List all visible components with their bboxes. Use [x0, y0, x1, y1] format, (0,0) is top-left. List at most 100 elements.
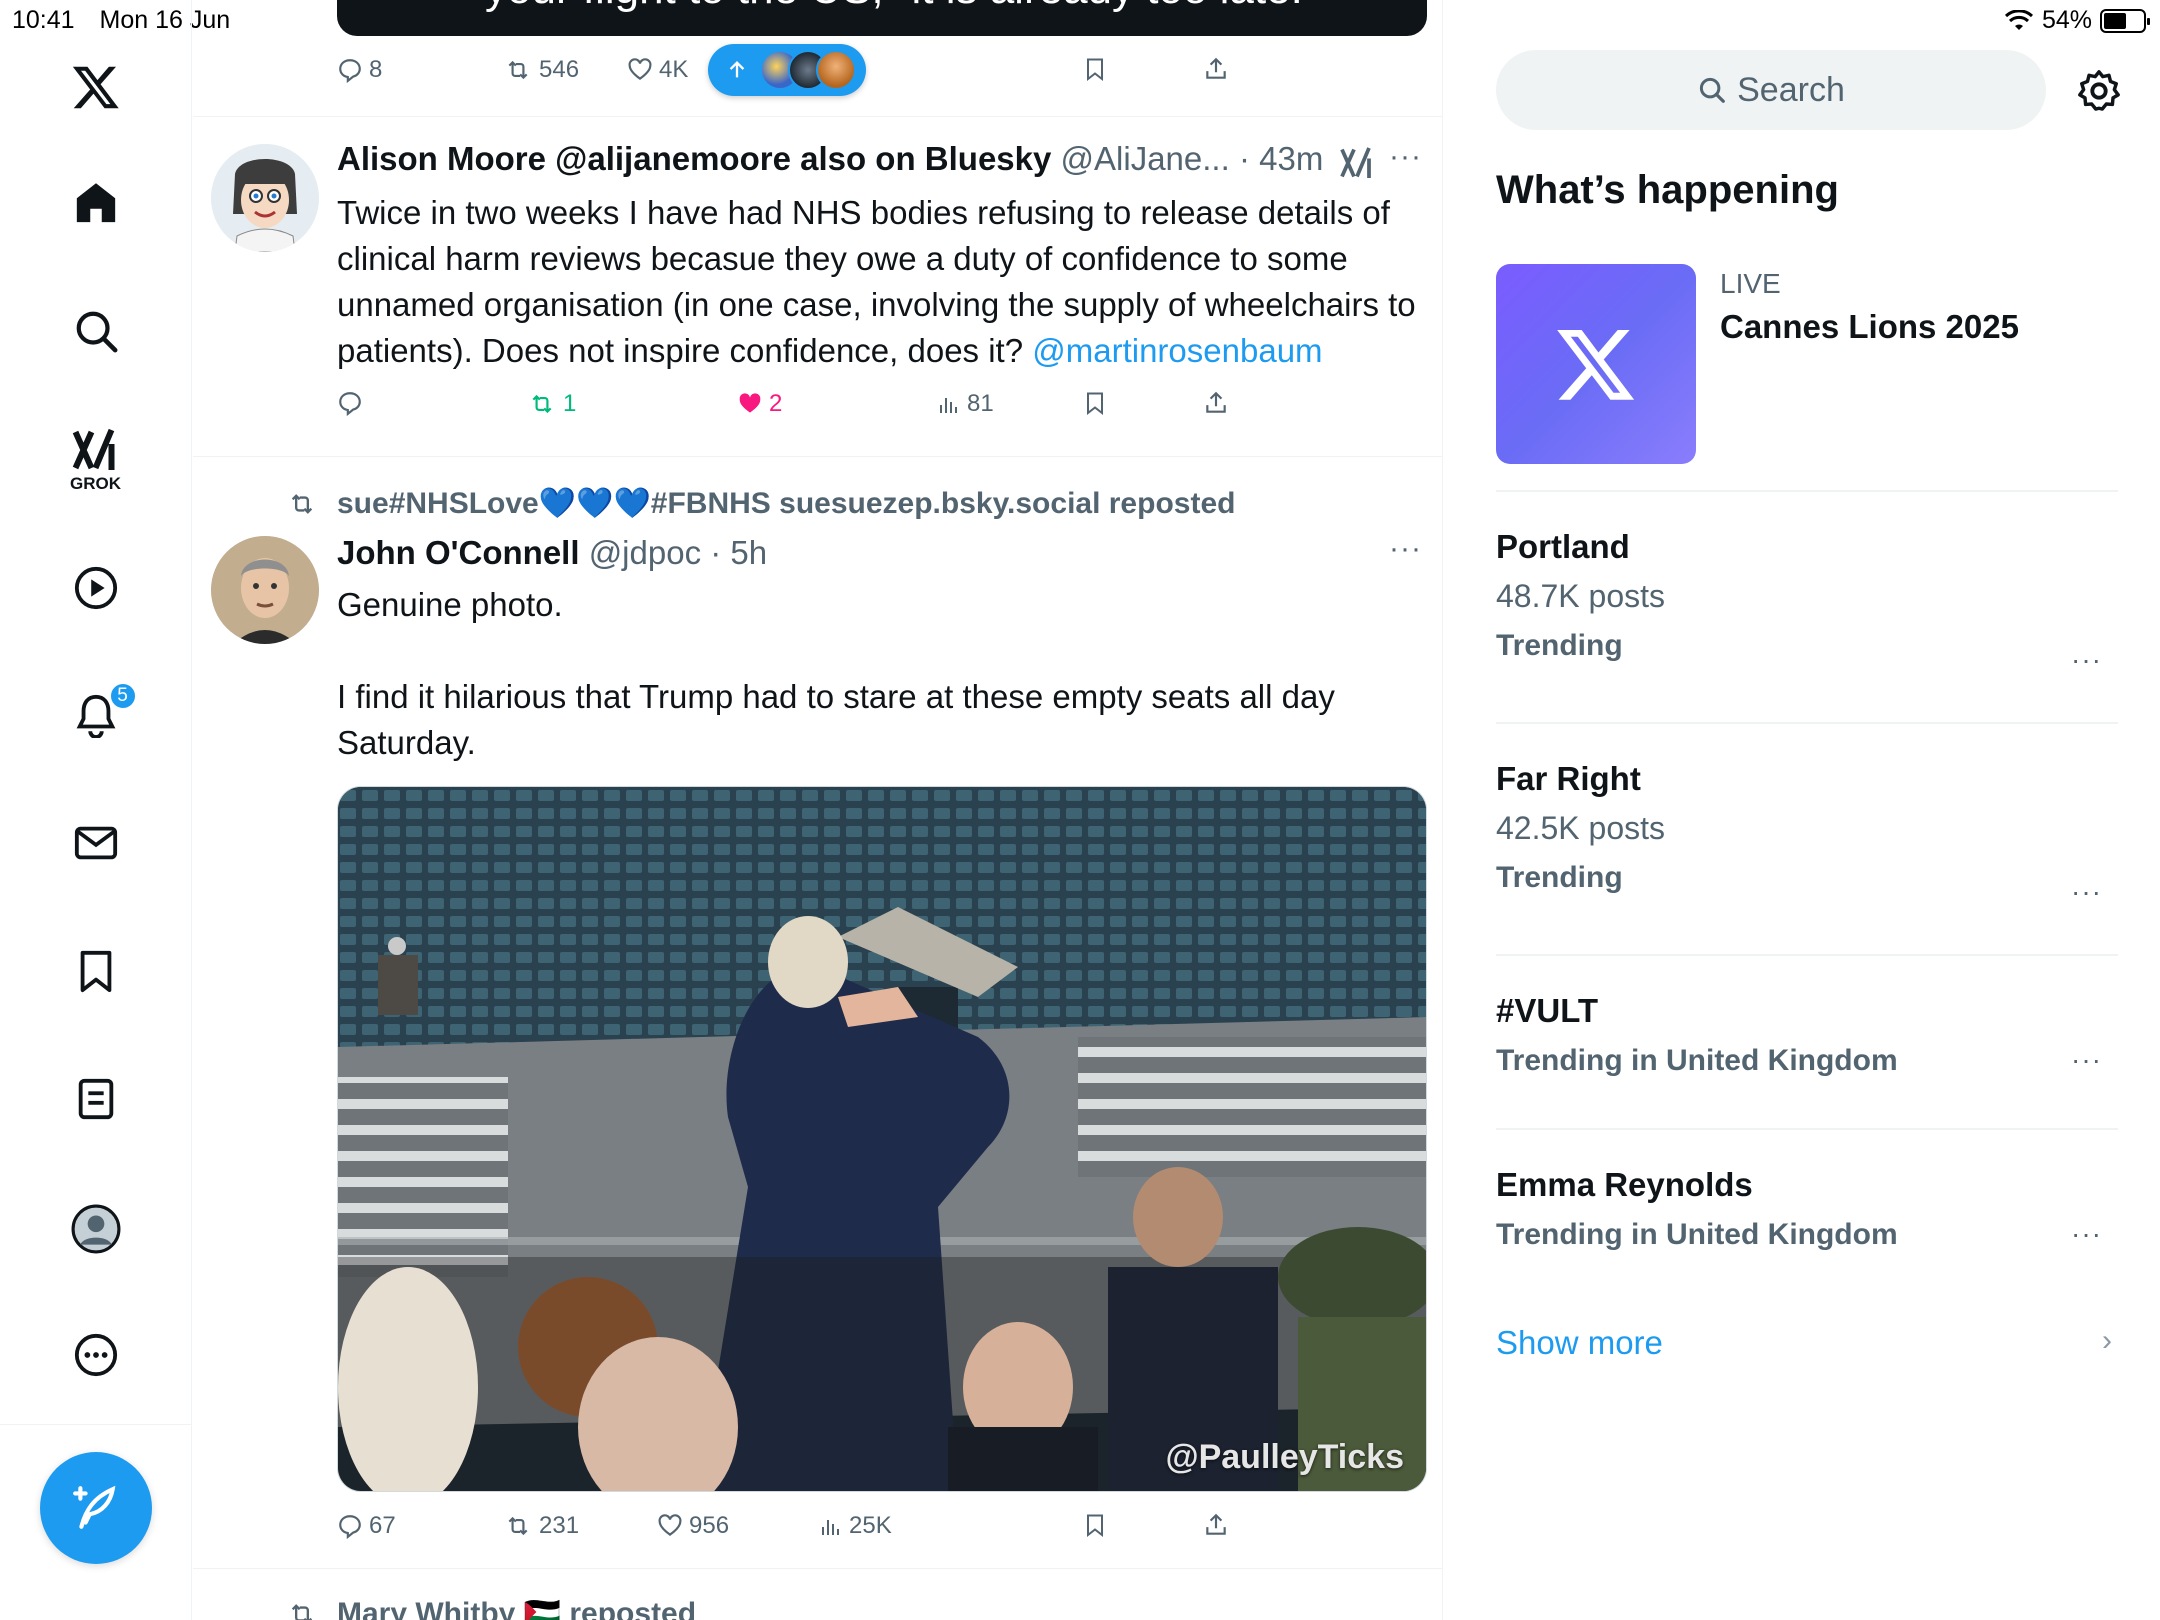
dot-separator: ·: [710, 534, 722, 571]
new-posts-pill[interactable]: [708, 44, 866, 96]
repost-button[interactable]: 546: [503, 56, 579, 84]
trend-context: Trending: [1496, 861, 1623, 894]
bookmark-icon: [1087, 58, 1103, 82]
trend-more-icon[interactable]: ···: [2071, 1044, 2102, 1076]
reply-button[interactable]: 67: [337, 1512, 396, 1540]
tweet-actions: 1 2 81: [337, 390, 1237, 430]
lists-icon[interactable]: [73, 1076, 119, 1122]
mention-link[interactable]: @martinrosenbaum: [1032, 332, 1322, 369]
like-button[interactable]: 956: [657, 1512, 729, 1540]
tweet-time[interactable]: 43m: [1259, 140, 1323, 177]
trend-more-icon[interactable]: ···: [2071, 1218, 2102, 1250]
like-count: 956: [689, 1512, 730, 1539]
gear-icon: [2078, 70, 2120, 111]
trend-divider: [1496, 1128, 2118, 1130]
share-button[interactable]: [1203, 390, 1229, 416]
trend-context: Trending in United Kingdom: [1496, 1044, 1898, 1077]
author-name[interactable]: John O'Connell: [337, 534, 580, 571]
search-placeholder: Search: [1737, 70, 1845, 109]
chevron-right-icon: ›: [2102, 1324, 2112, 1357]
show-more-label: Show more: [1496, 1324, 1663, 1361]
whats-happening-title: What’s happening: [1496, 168, 1839, 212]
grok-icon[interactable]: GROK: [70, 428, 121, 494]
compose-feather-icon: [73, 1485, 116, 1529]
author-handle[interactable]: @AliJane...: [1061, 140, 1230, 177]
share-button[interactable]: [1203, 1512, 1229, 1538]
profile-avatar[interactable]: [71, 1204, 121, 1254]
author-name[interactable]: Alison Moore @alijanemoore also on Blues…: [337, 140, 1051, 177]
trend-more-icon[interactable]: ···: [2071, 876, 2102, 908]
search-icon: [1700, 77, 1725, 103]
tweet-photo[interactable]: @PaulleyTicks: [337, 786, 1427, 1492]
photo-watermark: @PaulleyTicks: [1165, 1438, 1404, 1476]
search-icon[interactable]: [73, 308, 119, 354]
reply-icon: [339, 59, 361, 83]
trend-item[interactable]: #VULT Trending in United Kingdom ···: [1496, 992, 2118, 1078]
views-button[interactable]: 81: [937, 390, 994, 418]
heart-icon: [628, 58, 652, 80]
right-sidebar: Search What’s happening LIVE Cannes Lion…: [1444, 0, 2160, 1620]
more-options-icon[interactable]: ···: [1389, 140, 1422, 174]
bookmarks-icon[interactable]: [73, 948, 119, 994]
search-input[interactable]: Search: [1496, 50, 2046, 130]
author-handle[interactable]: @jdpoc: [589, 534, 701, 571]
repost-count: 1: [563, 390, 577, 417]
share-icon: [1206, 391, 1226, 413]
trend-item[interactable]: Portland 48.7K posts Trending ···: [1496, 528, 2118, 675]
home-icon[interactable]: [73, 180, 119, 226]
more-icon[interactable]: [73, 1332, 119, 1378]
like-button[interactable]: 2: [737, 390, 782, 418]
trend-item[interactable]: Far Right 42.5K posts Trending ···: [1496, 760, 2118, 907]
trend-name: Portland: [1496, 528, 1630, 565]
reposted-icon: [291, 494, 313, 514]
tweet-text-line: I find it hilarious that Trump had to st…: [337, 678, 1335, 761]
tweet-divider: [193, 1568, 1442, 1569]
views-count: 81: [967, 390, 994, 417]
settings-button[interactable]: [2076, 68, 2122, 119]
reply-button[interactable]: 8: [337, 56, 382, 84]
previous-tweet-media[interactable]: your flight to the US, "it is already to…: [337, 0, 1427, 36]
x-logo[interactable]: [70, 62, 122, 112]
trend-name: Emma Reynolds: [1496, 1166, 1753, 1203]
trend-divider: [1496, 490, 2118, 492]
messages-icon[interactable]: [73, 820, 119, 866]
grok-label: GROK: [70, 474, 121, 493]
like-button[interactable]: 4K: [627, 56, 688, 84]
avatar[interactable]: [211, 536, 319, 644]
live-event-card[interactable]: LIVE Cannes Lions 2025: [1496, 264, 2118, 484]
notifications-icon[interactable]: 5: [73, 682, 137, 738]
trend-more-icon[interactable]: ···: [2071, 644, 2102, 676]
share-icon: [1206, 1513, 1226, 1535]
bookmark-button[interactable]: [1083, 56, 1107, 82]
next-reposted-by-line[interactable]: Mary Whitby 🇵🇸 reposted: [337, 1596, 696, 1620]
reposted-by-line[interactable]: sue#NHSLove💙💙💙#FBNHS suesuezep.bsky.soci…: [337, 486, 1235, 521]
reply-button[interactable]: [337, 390, 369, 416]
repost-button[interactable]: 1: [527, 390, 576, 418]
repost-icon: [508, 1516, 528, 1536]
compose-button[interactable]: [40, 1452, 152, 1564]
tweet-header: John O'Connell @jdpoc · 5h: [337, 534, 767, 572]
heart-filled-icon: [739, 393, 761, 413]
grok-explain-icon[interactable]: [1339, 146, 1375, 180]
trend-item[interactable]: Emma Reynolds Trending in United Kingdom…: [1496, 1166, 2118, 1252]
left-nav: GROK 5: [0, 0, 192, 1620]
video-icon[interactable]: [73, 565, 119, 611]
tweet-divider: [193, 116, 1442, 117]
repost-button[interactable]: 231: [503, 1512, 579, 1540]
share-button[interactable]: [1203, 56, 1229, 82]
reply-icon: [339, 392, 361, 416]
show-more-link[interactable]: Show more ›: [1496, 1324, 2118, 1362]
more-options-icon[interactable]: ···: [1389, 532, 1422, 566]
trend-name: #VULT: [1496, 992, 1599, 1029]
tweet-text: Genuine photo. I find it hilarious that …: [337, 582, 1427, 766]
tweet-text-line: Genuine photo.: [337, 586, 563, 623]
like-count: 2: [769, 390, 783, 417]
bookmark-button[interactable]: [1083, 1512, 1107, 1538]
avatar[interactable]: [211, 144, 319, 252]
tweet-divider: [193, 456, 1442, 457]
bookmark-button[interactable]: [1083, 390, 1107, 416]
tweet-time[interactable]: 5h: [730, 534, 767, 571]
trend-post-count: 48.7K posts: [1496, 578, 1665, 614]
views-icon: [940, 398, 957, 413]
views-button[interactable]: 25K: [819, 1512, 892, 1540]
